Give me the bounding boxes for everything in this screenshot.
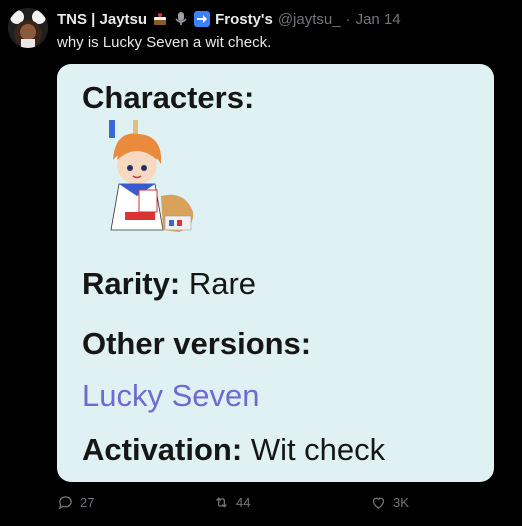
other-versions-line: Lucky Seven bbox=[82, 378, 260, 414]
reply-button[interactable]: 27 bbox=[57, 494, 94, 511]
author-name-extra[interactable]: Frosty's bbox=[215, 11, 273, 28]
avatar[interactable] bbox=[8, 8, 48, 48]
author-handle[interactable]: @jaytsu_ bbox=[278, 11, 341, 28]
rarity-line: Rarity: Rare bbox=[82, 266, 256, 302]
like-button[interactable]: 3K bbox=[370, 494, 409, 511]
like-icon bbox=[372, 497, 385, 509]
tweet-text: why is Lucky Seven a wit check. bbox=[57, 34, 272, 51]
characters-label: Characters: bbox=[82, 80, 255, 115]
activation-line: Activation: Wit check bbox=[82, 432, 385, 468]
character-portrait bbox=[109, 120, 194, 232]
rarity-value: Rare bbox=[188, 266, 257, 301]
tweet-actions: 27 44 3K bbox=[57, 494, 522, 516]
retweet-button[interactable]: 44 bbox=[213, 494, 250, 511]
right-arrow-emoji-icon bbox=[194, 11, 211, 27]
cake-emoji-icon bbox=[152, 11, 168, 27]
lucky-seven-link[interactable]: Lucky Seven bbox=[82, 378, 260, 413]
tweet-media-image[interactable]: Characters: Rarity: Rare Other versions:… bbox=[57, 64, 494, 482]
reply-count: 27 bbox=[80, 495, 95, 510]
tweet-header: TNS | Jaytsu Frosty's @jaytsu_ · Jan 14 bbox=[57, 9, 512, 29]
other-versions-heading: Other versions: bbox=[82, 326, 311, 362]
rarity-label: Rarity: bbox=[82, 266, 181, 301]
author-name[interactable]: TNS | Jaytsu bbox=[57, 11, 147, 28]
other-versions-label: Other versions: bbox=[82, 326, 312, 361]
characters-heading: Characters: bbox=[82, 80, 254, 116]
like-count: 3K bbox=[393, 495, 409, 510]
activation-value: Wit check bbox=[250, 432, 386, 467]
tweet-date[interactable]: Jan 14 bbox=[356, 11, 401, 28]
reply-icon bbox=[58, 496, 72, 510]
separator-dot: · bbox=[345, 10, 351, 28]
retweet-count: 44 bbox=[236, 495, 251, 510]
activation-label: Activation: bbox=[82, 432, 243, 467]
retweet-icon bbox=[216, 497, 227, 508]
microphone-emoji-icon bbox=[173, 11, 189, 27]
